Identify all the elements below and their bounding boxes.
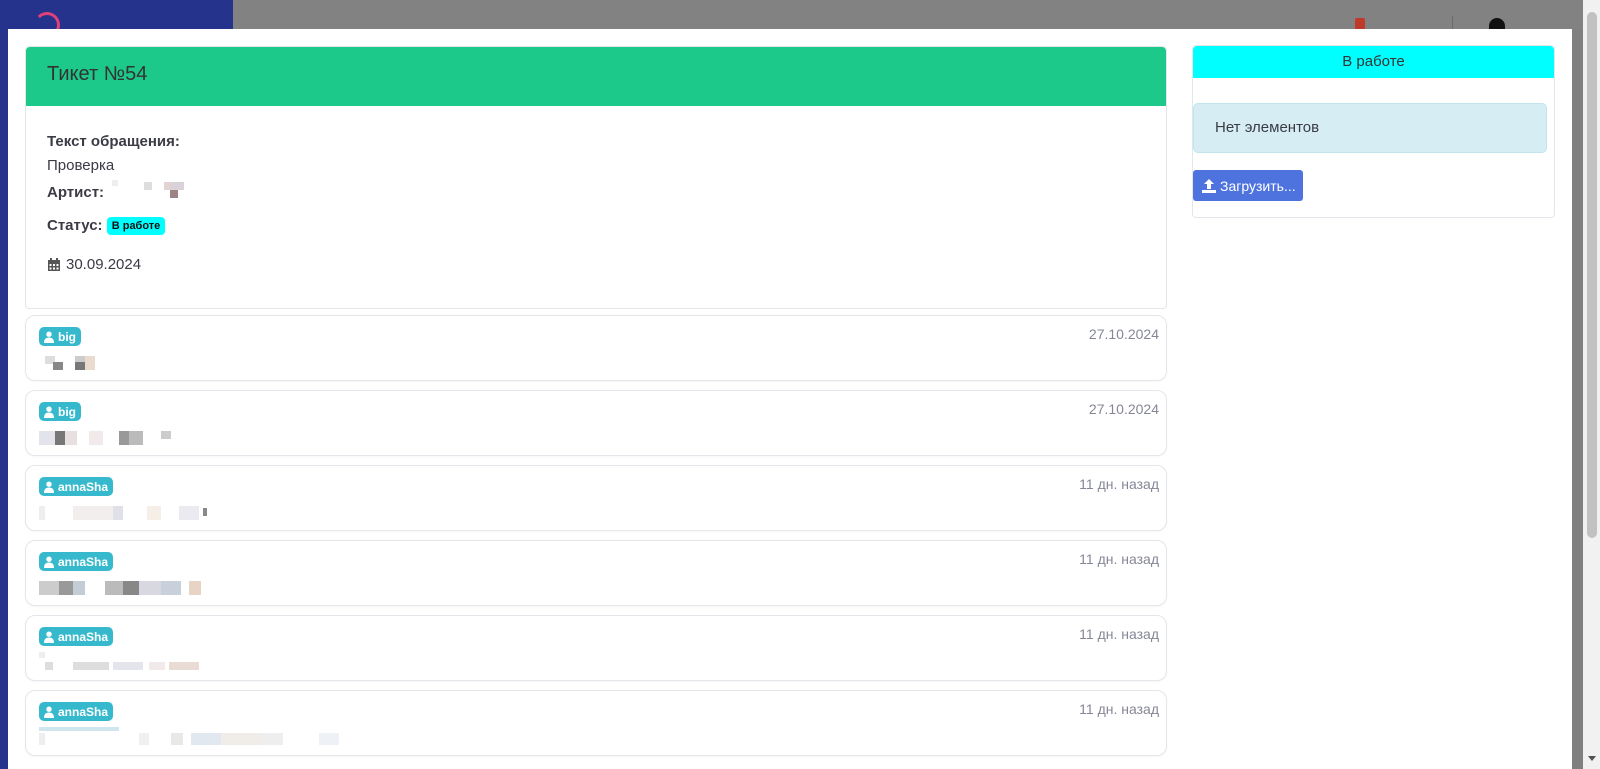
topbar-divider [1452,16,1453,30]
message-item: annaSha 11 дн. назад [25,690,1167,756]
ticket-body: Текст обращения: Проверка Артист: Статус… [26,106,1166,273]
message-item: big 27.10.2024 [25,315,1167,381]
message-date: 11 дн. назад [1079,551,1159,567]
ticket-card: Тикет №54 Текст обращения: Проверка Арти… [25,46,1167,309]
ticket-title: Тикет №54 [26,47,1166,106]
upload-button-label: Загрузить... [1220,177,1296,194]
side-status-header: В работе [1193,46,1554,78]
message-author-badge: annaSha [39,552,114,571]
message-date: 11 дн. назад [1079,476,1159,492]
user-icon [44,631,54,643]
message-text-redacted [39,502,239,522]
user-icon [44,406,54,418]
message-text-redacted [39,577,239,597]
message-author: big [58,404,76,419]
scroll-down-arrow-icon[interactable] [1588,756,1596,761]
message-author-badge: big [39,402,81,421]
upload-icon [1202,178,1216,193]
message-item: big 27.10.2024 [25,390,1167,456]
message-author-badge: annaSha [39,477,114,496]
message-date: 11 дн. назад [1079,626,1159,642]
ticket-modal: Тикет №54 Текст обращения: Проверка Арти… [8,29,1572,769]
message-author: annaSha [58,554,109,569]
user-icon [44,481,54,493]
message-item: annaSha 11 дн. назад [25,465,1167,531]
upload-button[interactable]: Загрузить... [1193,170,1303,201]
message-date: 11 дн. назад [1079,701,1159,717]
message-author-badge: annaSha [39,702,114,721]
user-icon [44,706,54,718]
message-text-redacted [39,427,199,447]
message-item: annaSha 11 дн. назад [25,540,1167,606]
user-icon [44,556,54,568]
files-empty-alert: Нет элементов [1193,103,1547,153]
message-date: 27.10.2024 [1088,401,1159,417]
scrollbar-thumb[interactable] [1587,12,1597,538]
user-icon [44,331,54,343]
message-author-badge: annaSha [39,627,114,646]
text-value: Проверка [47,157,115,174]
message-text-redacted [39,727,359,747]
message-date: 27.10.2024 [1088,326,1159,342]
messages-list: big 27.10.2024 big 27.10.2024 annaSha 11… [25,315,1167,765]
artist-label: Артист: [47,183,105,201]
ticket-side-panel: В работе Нет элементов Загрузить... [1192,45,1555,218]
message-author-badge: big [39,327,81,346]
calendar-icon [48,257,60,271]
message-author: annaSha [58,629,109,644]
app-topbar-background [233,0,1600,30]
ticket-date: 30.09.2024 [66,256,142,274]
page-scrollbar[interactable] [1583,0,1600,769]
status-badge: В работе [106,217,166,236]
message-author: big [58,329,76,344]
message-text-redacted [39,652,239,672]
status-label: Статус: [47,217,103,234]
message-text-redacted [39,352,119,372]
message-author: annaSha [58,704,109,719]
message-item: annaSha 11 дн. назад [25,615,1167,681]
text-label: Текст обращения: [47,133,180,150]
message-author: annaSha [58,479,109,494]
artist-value-redacted [108,178,228,208]
